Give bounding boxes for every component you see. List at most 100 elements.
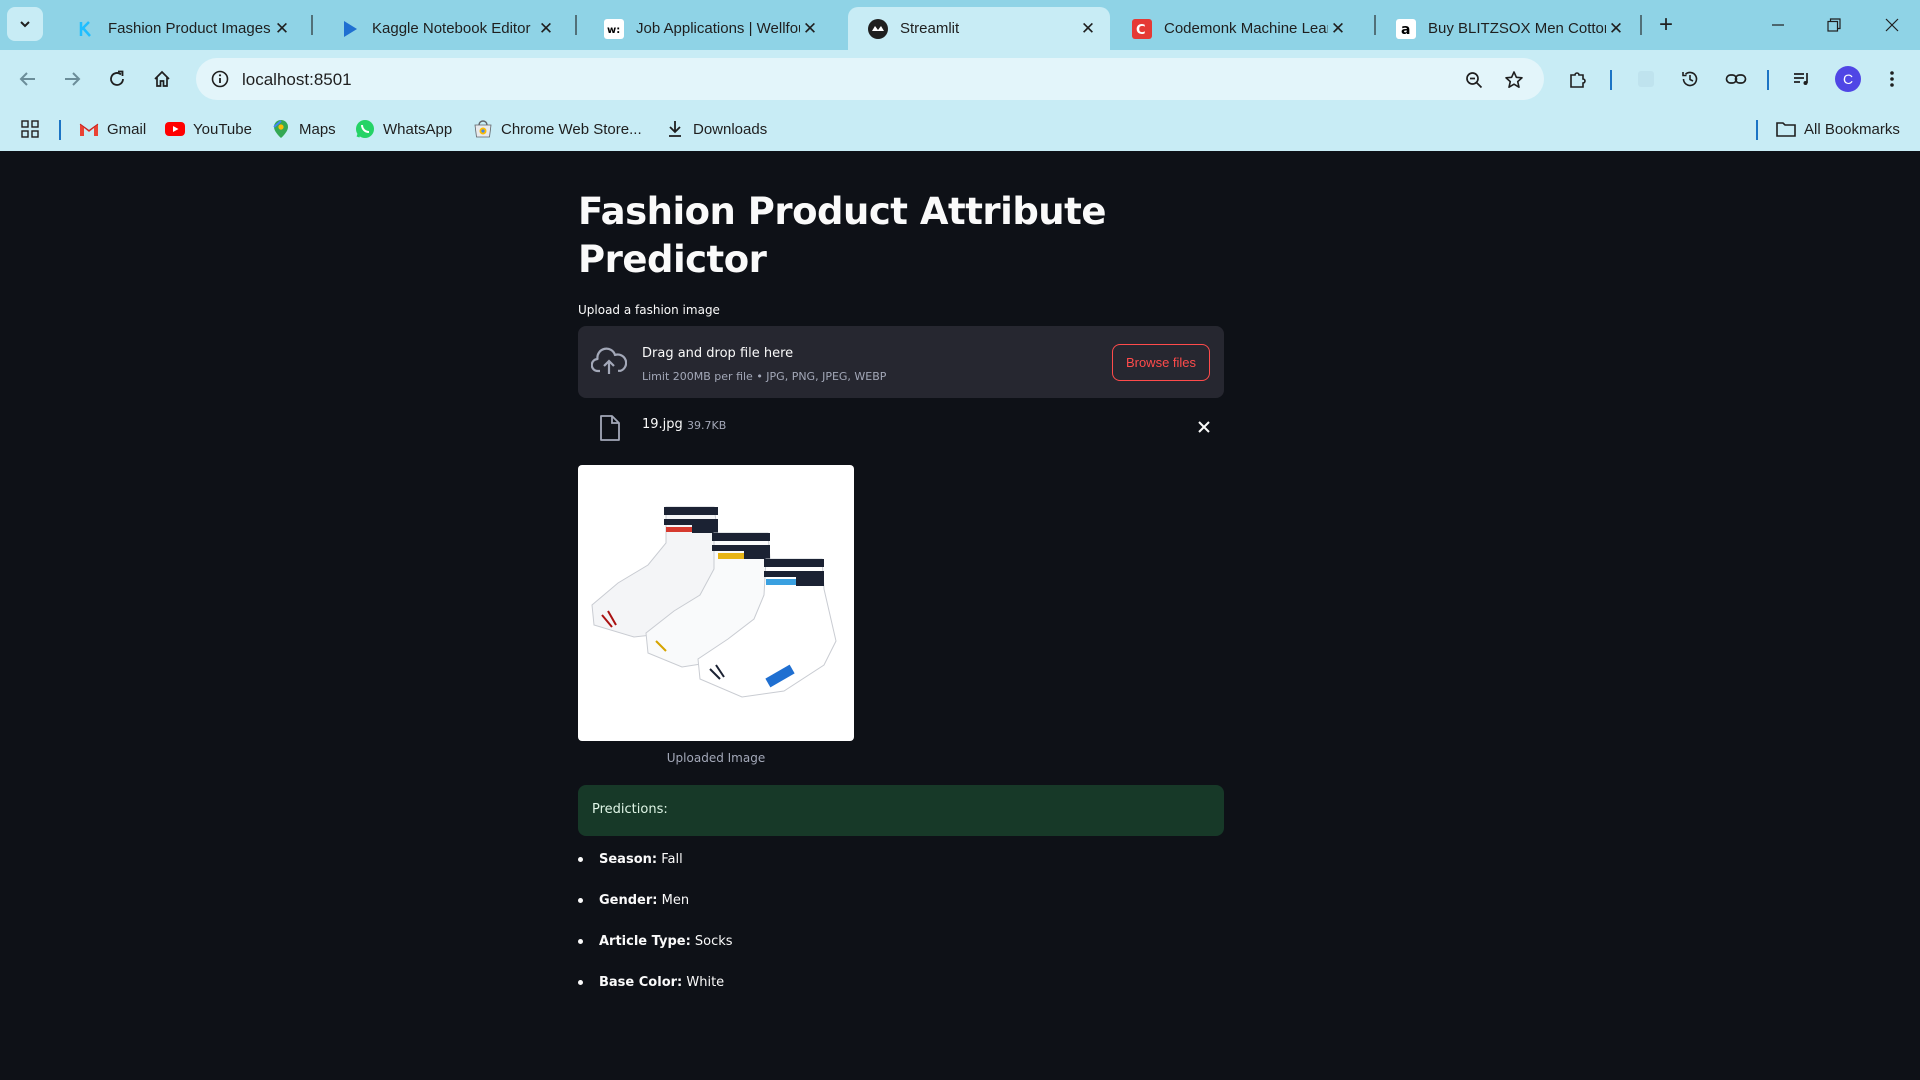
tab-codemonk[interactable]: C Codemonk Machine Learni ✕ <box>1112 7 1360 50</box>
tab-search-button[interactable] <box>7 7 43 41</box>
tab-fashion-product-images[interactable]: Fashion Product Images Da ✕ <box>56 7 304 50</box>
prediction-item-base-color: Base Color: White <box>578 973 733 1014</box>
close-icon[interactable]: ✕ <box>272 19 292 39</box>
streamlit-icon <box>868 18 888 39</box>
bookmark-downloads[interactable]: Downloads <box>665 116 767 142</box>
profile-avatar[interactable]: C <box>1835 66 1861 92</box>
svg-text:C: C <box>1136 23 1146 38</box>
whatsapp-icon <box>355 119 375 139</box>
folder-icon <box>1776 119 1796 139</box>
tab-amazon-blitzsox[interactable]: a Buy BLITZSOX Men Cotton ✕ <box>1376 7 1638 50</box>
socks-product-image <box>591 506 837 698</box>
download-icon <box>665 119 685 139</box>
close-icon[interactable]: ✕ <box>536 19 556 39</box>
tab-title: Codemonk Machine Learni <box>1164 20 1328 37</box>
back-button[interactable] <box>12 63 44 95</box>
bookmark-star-icon[interactable] <box>1500 66 1528 94</box>
home-button[interactable] <box>146 63 178 95</box>
prediction-value: White <box>686 975 725 990</box>
codemonk-icon: C <box>1132 18 1152 39</box>
reload-button[interactable] <box>101 63 133 95</box>
extensions-button[interactable] <box>1562 63 1594 95</box>
minimize-icon <box>1772 24 1784 26</box>
bookmarks-separator <box>59 120 61 140</box>
tab-title: Job Applications | Wellfoun <box>636 20 800 37</box>
link-button[interactable] <box>1720 63 1752 95</box>
svg-text:w:: w: <box>607 25 620 36</box>
tab-separator <box>575 15 577 35</box>
tab-streamlit[interactable]: Streamlit ✕ <box>848 7 1110 50</box>
media-queue-icon <box>1794 73 1808 85</box>
toolbar-separator <box>1610 70 1612 90</box>
tab-job-applications[interactable]: w: Job Applications | Wellfoun ✕ <box>584 7 832 50</box>
browser-menu-button[interactable] <box>1876 63 1908 95</box>
bookmark-label: Maps <box>299 120 336 138</box>
puzzle-icon <box>1570 72 1586 88</box>
bookmark-label: WhatsApp <box>383 120 453 138</box>
svg-text:a: a <box>1401 22 1410 38</box>
extension-slot-button[interactable] <box>1630 63 1662 95</box>
youtube-icon <box>165 119 185 139</box>
all-bookmarks-button[interactable]: All Bookmarks <box>1776 116 1900 142</box>
restore-icon <box>1827 18 1841 32</box>
streamlit-main: Fashion Product Attribute Predictor Uplo… <box>0 151 1920 1080</box>
predictions-header: Predictions: <box>592 802 668 817</box>
close-icon[interactable]: ✕ <box>1328 19 1348 39</box>
prediction-key: Season: <box>599 852 658 867</box>
zoom-icon[interactable] <box>1460 66 1488 94</box>
close-icon[interactable]: ✕ <box>1078 19 1098 39</box>
prediction-item-season: Season: Fall <box>578 850 733 891</box>
close-icon <box>1198 421 1210 433</box>
tab-separator <box>311 15 313 35</box>
chrome-web-store-icon <box>473 119 493 139</box>
uploader-label: Upload a fashion image <box>578 303 720 317</box>
browse-files-button[interactable]: Browse files <box>1112 344 1210 381</box>
media-controls-button[interactable] <box>1786 63 1818 95</box>
bookmark-gmail[interactable]: Gmail <box>79 116 146 142</box>
url-text[interactable]: localhost:8501 <box>242 70 352 90</box>
toolbar-separator <box>1767 70 1769 90</box>
prediction-item-article-type: Article Type: Socks <box>578 932 733 973</box>
prediction-key: Base Color: <box>599 975 683 990</box>
bookmark-whatsapp[interactable]: WhatsApp <box>355 116 452 142</box>
amazon-icon: a <box>1396 18 1416 39</box>
forward-button[interactable] <box>56 63 88 95</box>
gmail-icon <box>79 119 99 139</box>
bookmark-maps[interactable]: Maps <box>271 116 336 142</box>
site-info-icon[interactable] <box>204 63 236 95</box>
bookmark-label: YouTube <box>193 120 252 138</box>
dropzone-limits: Limit 200MB per file • JPG, PNG, JPEG, W… <box>642 370 887 383</box>
apps-button[interactable] <box>20 116 40 142</box>
restore-button[interactable] <box>1806 0 1862 50</box>
remove-file-button[interactable] <box>1192 415 1216 439</box>
history-icon <box>1682 71 1698 87</box>
window-close-button[interactable] <box>1864 0 1920 50</box>
bookmark-chrome-web-store[interactable]: Chrome Web Store... <box>473 116 642 142</box>
kaggle-icon <box>76 19 96 39</box>
new-tab-button[interactable]: + <box>1652 11 1680 39</box>
uploaded-image <box>578 465 854 741</box>
bookmark-label: Gmail <box>107 120 147 138</box>
prediction-item-gender: Gender: Men <box>578 891 733 932</box>
prediction-value: Fall <box>661 852 683 867</box>
file-icon <box>600 415 620 441</box>
bookmark-label: Chrome Web Store... <box>501 120 642 138</box>
minimize-button[interactable] <box>1750 0 1806 50</box>
uploaded-file-name: 19.jpg <box>642 417 683 432</box>
apps-grid-icon <box>21 120 39 138</box>
bookmark-youtube[interactable]: YouTube <box>165 116 252 142</box>
file-dropzone[interactable]: Drag and drop file here Limit 200MB per … <box>578 326 1224 398</box>
tab-separator <box>1640 15 1642 35</box>
extension-icon <box>1638 71 1654 87</box>
close-icon[interactable]: ✕ <box>800 19 820 39</box>
tab-title: Fashion Product Images Da <box>108 20 272 37</box>
predictions-list: Season: Fall Gender: Men Article Type: S… <box>578 850 733 1014</box>
close-icon[interactable]: ✕ <box>1606 19 1626 39</box>
tab-title: Kaggle Notebook Editor <box>372 20 531 37</box>
browser-toolbar: localhost:8501 C <box>0 50 1920 108</box>
reload-icon <box>110 70 124 86</box>
tab-kaggle-notebook-editor[interactable]: Kaggle Notebook Editor ✕ <box>320 7 568 50</box>
history-button[interactable] <box>1674 63 1706 95</box>
image-caption: Uploaded Image <box>666 751 766 765</box>
address-bar[interactable]: localhost:8501 <box>196 58 1544 100</box>
